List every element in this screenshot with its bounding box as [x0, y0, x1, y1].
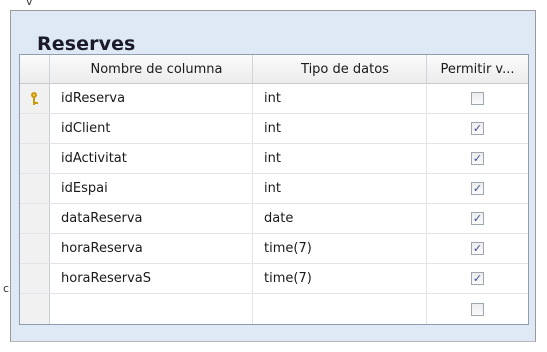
row-selector[interactable]	[20, 234, 50, 263]
allow-nulls-checkbox[interactable]: ✓	[471, 212, 484, 225]
header-allow-nulls[interactable]: Permitir v...	[427, 55, 528, 83]
data-type-cell[interactable]: int	[253, 144, 427, 173]
column-name-cell[interactable]: horaReserva	[50, 234, 253, 263]
allow-nulls-cell: ✓	[427, 114, 528, 143]
table-row[interactable]: horaReservaS time(7) ✓	[20, 264, 528, 294]
column-name-cell[interactable]: idReserva	[50, 84, 253, 113]
table-row[interactable]: idEspai int ✓	[20, 174, 528, 204]
data-type-cell[interactable]: int	[253, 114, 427, 143]
allow-nulls-checkbox[interactable]: ✓	[471, 152, 484, 165]
header-row-selector	[20, 55, 50, 83]
allow-nulls-checkbox[interactable]: ✓	[471, 122, 484, 135]
allow-nulls-cell: ✓	[427, 264, 528, 293]
allow-nulls-cell: ✓	[427, 204, 528, 233]
column-name-cell[interactable]: horaReservaS	[50, 264, 253, 293]
column-name-cell[interactable]	[50, 294, 253, 324]
allow-nulls-checkbox[interactable]: ✓	[471, 272, 484, 285]
allow-nulls-checkbox[interactable]: ✓	[471, 242, 484, 255]
allow-nulls-checkbox[interactable]	[471, 302, 484, 316]
table-row[interactable]: horaReserva time(7) ✓	[20, 234, 528, 264]
table-row[interactable]: dataReserva date ✓	[20, 204, 528, 234]
header-column-name[interactable]: Nombre de columna	[50, 55, 253, 83]
row-selector[interactable]	[20, 144, 50, 173]
row-selector[interactable]	[20, 204, 50, 233]
column-name-cell[interactable]: idEspai	[50, 174, 253, 203]
column-name-cell[interactable]: dataReserva	[50, 204, 253, 233]
columns-grid[interactable]: Nombre de columna Tipo de datos Permitir…	[19, 54, 529, 325]
checkmark-icon: ✓	[472, 152, 483, 165]
row-selector[interactable]	[20, 174, 50, 203]
checkmark-icon: ✓	[472, 182, 483, 195]
data-type-cell[interactable]: int	[253, 174, 427, 203]
row-selector[interactable]	[20, 264, 50, 293]
allow-nulls-checkbox[interactable]	[471, 92, 484, 105]
column-name-cell[interactable]: idActivitat	[50, 144, 253, 173]
table-row[interactable]: idClient int ✓	[20, 114, 528, 144]
data-type-cell[interactable]: date	[253, 204, 427, 233]
allow-nulls-checkbox[interactable]: ✓	[471, 182, 484, 195]
allow-nulls-cell	[427, 294, 528, 324]
table-row[interactable]	[20, 294, 528, 324]
checkmark-icon: ✓	[472, 272, 483, 285]
table-row[interactable]: idActivitat int ✓	[20, 144, 528, 174]
row-selector[interactable]	[20, 84, 50, 113]
grid-body: idReserva int idClient int ✓ idActivitat int ✓ i…	[20, 84, 528, 324]
table-row[interactable]: idReserva int	[20, 84, 528, 114]
data-type-cell[interactable]: int	[253, 84, 427, 113]
data-type-cell[interactable]	[253, 294, 427, 324]
row-selector[interactable]	[20, 114, 50, 143]
header-data-type[interactable]: Tipo de datos	[253, 55, 427, 83]
data-type-cell[interactable]: time(7)	[253, 264, 427, 293]
allow-nulls-cell	[427, 84, 528, 113]
grid-header: Nombre de columna Tipo de datos Permitir…	[20, 55, 528, 84]
checkmark-icon: ✓	[472, 212, 483, 225]
allow-nulls-cell: ✓	[427, 174, 528, 203]
data-type-cell[interactable]: time(7)	[253, 234, 427, 263]
key-icon	[29, 91, 41, 106]
checkmark-icon: ✓	[472, 242, 483, 255]
edge-glyph-top: v	[26, 0, 33, 8]
table-title: Reserves	[37, 33, 136, 55]
edge-glyph-left: c	[3, 282, 10, 295]
allow-nulls-cell: ✓	[427, 234, 528, 263]
allow-nulls-cell: ✓	[427, 144, 528, 173]
checkmark-icon: ✓	[472, 122, 483, 135]
column-name-cell[interactable]: idClient	[50, 114, 253, 143]
row-selector[interactable]	[20, 294, 50, 324]
